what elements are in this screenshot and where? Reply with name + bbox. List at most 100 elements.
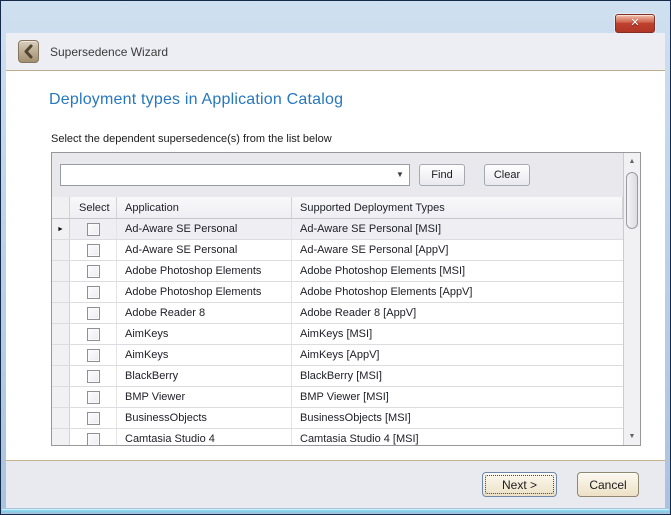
row-selector-cell <box>52 345 70 365</box>
select-cell <box>70 303 117 323</box>
filter-input[interactable] <box>65 166 391 184</box>
wizard-header-band: Supersedence Wizard <box>6 33 665 71</box>
find-button[interactable]: Find <box>419 164 465 186</box>
row-selector-cell <box>52 240 70 260</box>
supported-deployment-type-cell: Adobe Photoshop Elements [AppV] <box>292 282 623 302</box>
filter-combobox[interactable]: ▼ <box>60 164 410 186</box>
row-selector-cell <box>52 303 70 323</box>
supported-deployment-type-cell: BusinessObjects [MSI] <box>292 408 623 428</box>
current-row-arrow-icon: ► <box>57 226 64 233</box>
application-cell: Camtasia Studio 4 <box>117 429 292 445</box>
clear-button[interactable]: Clear <box>484 164 530 186</box>
table-row[interactable]: ► Ad-Aware SE Personal Ad-Aware SE Perso… <box>52 219 623 240</box>
row-selector-cell <box>52 366 70 386</box>
table-header-row: Select Application Supported Deployment … <box>52 197 623 219</box>
dialog-body: Supersedence Wizard Deployment types in … <box>6 33 665 508</box>
applications-table: Select Application Supported Deployment … <box>52 197 623 445</box>
select-cell <box>70 261 117 281</box>
supported-deployment-type-cell: Adobe Photoshop Elements [MSI] <box>292 261 623 281</box>
instruction-text: Select the dependent supersedence(s) fro… <box>51 133 332 145</box>
supported-deployment-type-cell: AimKeys [AppV] <box>292 345 623 365</box>
scroll-down-icon: ▼ <box>629 433 636 440</box>
supported-deployment-type-cell: BMP Viewer [MSI] <box>292 387 623 407</box>
supported-deployment-type-cell: Adobe Reader 8 [AppV] <box>292 303 623 323</box>
table-row[interactable]: Camtasia Studio 4 Camtasia Studio 4 [MSI… <box>52 429 623 445</box>
row-checkbox[interactable] <box>87 265 100 278</box>
row-checkbox[interactable] <box>87 244 100 257</box>
row-selector-cell <box>52 261 70 281</box>
table-row[interactable]: Ad-Aware SE Personal Ad-Aware SE Persona… <box>52 240 623 261</box>
select-cell <box>70 219 117 239</box>
supported-deployment-type-cell: AimKeys [MSI] <box>292 324 623 344</box>
row-checkbox[interactable] <box>87 391 100 404</box>
scrollbar-up-button[interactable]: ▲ <box>624 153 640 170</box>
table-row[interactable]: AimKeys AimKeys [MSI] <box>52 324 623 345</box>
supported-deployment-type-cell: Camtasia Studio 4 [MSI] <box>292 429 623 445</box>
column-header-select[interactable]: Select <box>70 197 117 218</box>
row-selector-cell <box>52 408 70 428</box>
table-row[interactable]: BusinessObjects BusinessObjects [MSI] <box>52 408 623 429</box>
select-cell <box>70 282 117 302</box>
select-cell <box>70 408 117 428</box>
combobox-dropdown-icon[interactable]: ▼ <box>391 165 409 185</box>
row-selector-cell <box>52 387 70 407</box>
scroll-up-icon: ▲ <box>629 158 636 165</box>
table-row[interactable]: Adobe Photoshop Elements Adobe Photoshop… <box>52 282 623 303</box>
application-cell: Ad-Aware SE Personal <box>117 240 292 260</box>
row-selector-cell <box>52 282 70 302</box>
table-row[interactable]: BMP Viewer BMP Viewer [MSI] <box>52 387 623 408</box>
table-body: ► Ad-Aware SE Personal Ad-Aware SE Perso… <box>52 219 623 445</box>
vertical-scrollbar[interactable]: ▲ ▼ <box>623 153 640 445</box>
wizard-title: Supersedence Wizard <box>50 45 168 59</box>
page-title: Deployment types in Application Catalog <box>49 91 343 109</box>
row-checkbox[interactable] <box>87 307 100 320</box>
select-cell <box>70 324 117 344</box>
application-cell: BlackBerry <box>117 366 292 386</box>
close-button[interactable]: ✕ <box>615 14 655 33</box>
row-selector-cell: ► <box>52 219 70 239</box>
application-cell: BusinessObjects <box>117 408 292 428</box>
select-cell <box>70 429 117 445</box>
wizard-window: ✕ Supersedence Wizard Deployment types i… <box>0 0 671 515</box>
application-cell: Adobe Reader 8 <box>117 303 292 323</box>
supported-deployment-type-cell: BlackBerry [MSI] <box>292 366 623 386</box>
supported-deployment-type-cell: Ad-Aware SE Personal [AppV] <box>292 240 623 260</box>
row-selector-cell <box>52 324 70 344</box>
page-content: Deployment types in Application Catalog … <box>6 71 665 460</box>
application-cell: Ad-Aware SE Personal <box>117 219 292 239</box>
column-header-supported-deployment-types[interactable]: Supported Deployment Types <box>292 197 623 218</box>
filter-toolbar: ▼ Find Clear <box>52 153 623 197</box>
select-cell <box>70 366 117 386</box>
application-cell: AimKeys <box>117 324 292 344</box>
cancel-button[interactable]: Cancel <box>577 472 639 497</box>
table-row[interactable]: Adobe Reader 8 Adobe Reader 8 [AppV] <box>52 303 623 324</box>
table-row[interactable]: AimKeys AimKeys [AppV] <box>52 345 623 366</box>
application-cell: BMP Viewer <box>117 387 292 407</box>
application-cell: Adobe Photoshop Elements <box>117 282 292 302</box>
next-button[interactable]: Next > <box>482 472 557 497</box>
back-button[interactable] <box>18 40 39 63</box>
row-checkbox[interactable] <box>87 370 100 383</box>
row-checkbox[interactable] <box>87 328 100 341</box>
table-row[interactable]: BlackBerry BlackBerry [MSI] <box>52 366 623 387</box>
dialog-footer: Next > Cancel <box>6 460 665 508</box>
row-checkbox[interactable] <box>87 223 100 236</box>
application-cell: Adobe Photoshop Elements <box>117 261 292 281</box>
titlebar[interactable]: ✕ <box>1 1 670 33</box>
row-checkbox[interactable] <box>87 286 100 299</box>
scrollbar-down-button[interactable]: ▼ <box>624 428 640 445</box>
table-row[interactable]: Adobe Photoshop Elements Adobe Photoshop… <box>52 261 623 282</box>
row-checkbox[interactable] <box>87 412 100 425</box>
row-selector-cell <box>52 429 70 445</box>
select-cell <box>70 387 117 407</box>
application-cell: AimKeys <box>117 345 292 365</box>
select-cell <box>70 240 117 260</box>
column-header-application[interactable]: Application <box>117 197 292 218</box>
supersedence-list-panel: ▼ Find Clear Select Application Supporte… <box>51 152 641 446</box>
scrollbar-thumb[interactable] <box>626 172 638 229</box>
row-checkbox[interactable] <box>87 349 100 362</box>
row-checkbox[interactable] <box>87 433 100 446</box>
select-cell <box>70 345 117 365</box>
back-chevron-icon <box>22 44 35 59</box>
row-selector-header <box>52 197 70 218</box>
